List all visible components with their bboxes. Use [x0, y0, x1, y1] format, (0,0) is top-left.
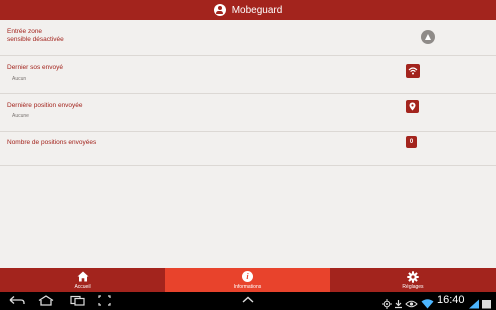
row-title: Entrée zone sensible désactivée	[7, 28, 64, 43]
warning-icon	[421, 30, 435, 44]
battery-icon	[482, 296, 492, 310]
row-title: Dernière position envoyée	[7, 102, 83, 109]
chevron-up-icon[interactable]	[241, 295, 255, 304]
signal-bars-icon	[468, 296, 480, 310]
app-title: Mobeguard	[231, 4, 283, 16]
bottom-nav: Accueil i Informations Réglages	[0, 268, 496, 292]
recent-apps-icon[interactable]	[70, 295, 86, 306]
tab-label: Informations	[233, 283, 262, 290]
list-item-last-position[interactable]: Dernière position envoyée Aucune	[0, 94, 496, 132]
tab-label: Accueil	[74, 283, 91, 290]
row-value: Aucune	[12, 113, 29, 119]
count-badge: 0	[406, 136, 417, 148]
row-title: Nombre de positions envoyées	[7, 139, 97, 146]
tab-accueil[interactable]: Accueil	[0, 268, 165, 292]
user-avatar-icon	[213, 4, 226, 16]
app-header: Mobeguard	[0, 0, 496, 20]
gear-icon	[407, 270, 419, 283]
info-list: Entrée zone sensible désactivée Dernier …	[0, 20, 496, 268]
row-value: Aucun	[12, 76, 27, 82]
tab-reglages[interactable]: Réglages	[330, 268, 496, 292]
wifi-icon	[421, 296, 434, 310]
signal-icon	[406, 64, 420, 78]
system-bar: 16:40	[0, 292, 496, 310]
list-item-sensitive-zone[interactable]: Entrée zone sensible désactivée	[0, 20, 496, 56]
list-item-last-sos[interactable]: Dernier sos envoyé Aucun	[0, 56, 496, 94]
info-icon: i	[242, 271, 254, 283]
list-item-positions-count[interactable]: Nombre de positions envoyées 0	[0, 132, 496, 166]
visibility-icon	[405, 296, 418, 310]
back-icon[interactable]	[8, 295, 26, 306]
tab-informations[interactable]: i Informations	[165, 268, 330, 292]
clock: 16:40	[437, 294, 465, 306]
row-title: Dernier sos envoyé	[7, 64, 63, 71]
tab-label: Réglages	[402, 283, 424, 290]
screenshot-icon[interactable]	[98, 295, 111, 306]
download-icon	[394, 296, 403, 310]
home-icon	[77, 271, 89, 283]
gps-icon	[382, 296, 392, 310]
home-nav-icon[interactable]	[37, 295, 55, 306]
location-pin-icon	[406, 100, 419, 113]
